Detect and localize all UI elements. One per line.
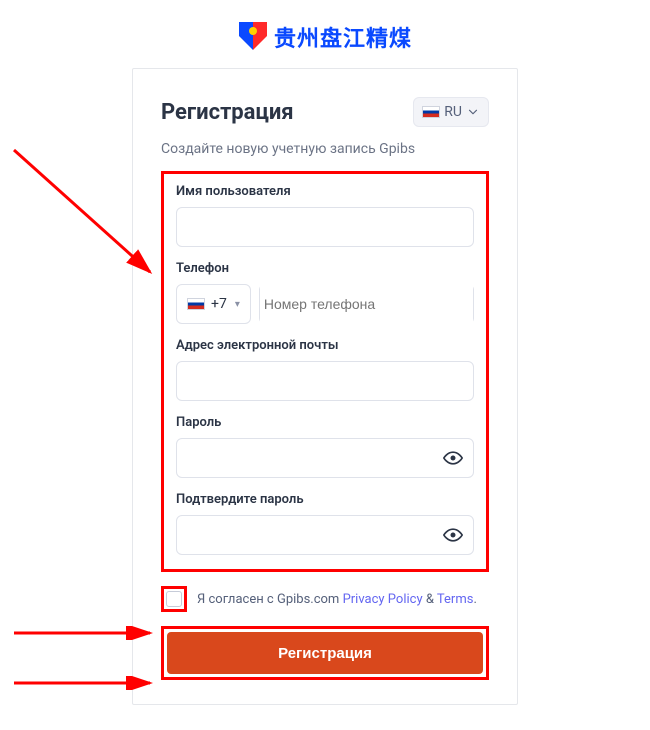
- privacy-policy-link[interactable]: Privacy Policy: [343, 592, 423, 607]
- label-phone: Телефон: [176, 261, 474, 276]
- label-email: Адрес электронной почты: [176, 338, 474, 353]
- chevron-down-icon: [466, 105, 480, 119]
- brand-logo-icon: [238, 20, 268, 54]
- submit-highlight-box: Регистрация: [161, 626, 489, 680]
- terms-link[interactable]: Terms: [437, 592, 474, 607]
- toggle-confirm-visibility[interactable]: [442, 524, 464, 546]
- form-highlight-box: Имя пользователя Телефон +7 ▾ Адрес элек…: [161, 171, 489, 572]
- eye-icon: [443, 525, 463, 545]
- checkbox-highlight-box: [161, 586, 187, 612]
- page-title: Регистрация: [161, 100, 294, 125]
- email-input[interactable]: [176, 361, 474, 401]
- terms-row: Я согласен с Gpibs.com Privacy Policy & …: [161, 586, 489, 612]
- label-confirm-password: Подтвердите пароль: [176, 492, 474, 507]
- flag-ru-icon: [422, 106, 440, 118]
- eye-icon: [443, 448, 463, 468]
- terms-sep: &: [423, 592, 437, 607]
- dial-code-selector[interactable]: +7 ▾: [176, 284, 251, 324]
- caret-down-icon: ▾: [235, 299, 240, 310]
- brand-text: 贵州盘江精煤: [274, 21, 412, 53]
- terms-text: Я согласен с Gpibs.com Privacy Policy & …: [197, 592, 477, 607]
- username-input[interactable]: [176, 207, 474, 247]
- language-selector[interactable]: RU: [413, 97, 489, 127]
- dial-code: +7: [211, 296, 227, 312]
- brand-header: 贵州盘江精煤: [0, 0, 650, 68]
- field-phone: Телефон +7 ▾: [176, 261, 474, 324]
- flag-ru-icon: [187, 298, 205, 310]
- field-password: Пароль: [176, 415, 474, 478]
- terms-suffix: .: [473, 592, 476, 607]
- label-password: Пароль: [176, 415, 474, 430]
- terms-checkbox[interactable]: [166, 591, 182, 607]
- label-username: Имя пользователя: [176, 184, 474, 199]
- toggle-password-visibility[interactable]: [442, 447, 464, 469]
- phone-input[interactable]: [260, 284, 473, 324]
- confirm-password-input[interactable]: [176, 515, 474, 555]
- language-code: RU: [444, 104, 462, 120]
- registration-card: Регистрация RU Создайте новую учетную за…: [132, 68, 518, 705]
- terms-prefix: Я согласен с Gpibs.com: [197, 592, 343, 607]
- submit-button[interactable]: Регистрация: [167, 632, 483, 674]
- password-input[interactable]: [176, 438, 474, 478]
- phone-input-wrap: [259, 284, 474, 324]
- field-username: Имя пользователя: [176, 184, 474, 247]
- field-email: Адрес электронной почты: [176, 338, 474, 401]
- subtitle: Создайте новую учетную запись Gpibs: [161, 141, 489, 157]
- field-confirm-password: Подтвердите пароль: [176, 492, 474, 555]
